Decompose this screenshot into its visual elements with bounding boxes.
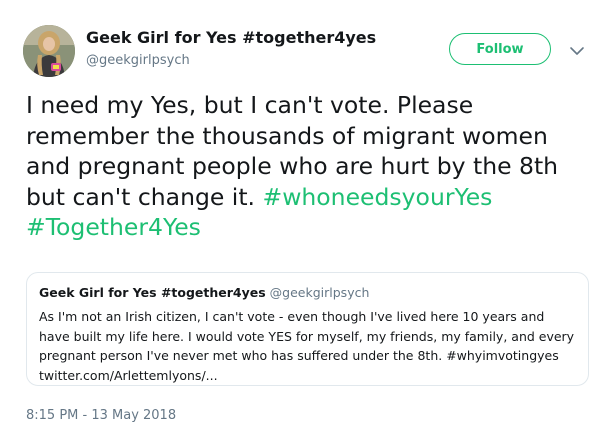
chevron-down-icon[interactable]	[569, 42, 585, 55]
author-handle[interactable]: @geekgirlpsych	[86, 53, 190, 68]
avatar[interactable]	[23, 25, 75, 77]
tweet-card: Geek Girl for Yes #together4yes @geekgir…	[0, 0, 613, 430]
avatar-image	[23, 25, 75, 77]
hashtag-link[interactable]: #whoneedsyourYes	[263, 183, 493, 211]
quoted-tweet-header: Geek Girl for Yes #together4yes @geekgir…	[39, 285, 576, 301]
quoted-tweet-text: As I'm not an Irish citizen, I can't vot…	[39, 309, 575, 383]
follow-button[interactable]: Follow	[449, 33, 551, 65]
hashtag-link[interactable]: #Together4Yes	[26, 213, 201, 241]
quoted-author-handle: @geekgirlpsych	[269, 285, 370, 300]
quoted-tweet[interactable]: Geek Girl for Yes #together4yes @geekgir…	[26, 272, 589, 386]
quoted-author-name: Geek Girl for Yes #together4yes	[39, 285, 266, 300]
tweet-timestamp[interactable]: 8:15 PM - 13 May 2018	[26, 408, 176, 423]
author-display-name[interactable]: Geek Girl for Yes #together4yes	[86, 28, 376, 47]
tweet-text: I need my Yes, but I can't vote. Please …	[26, 90, 586, 243]
